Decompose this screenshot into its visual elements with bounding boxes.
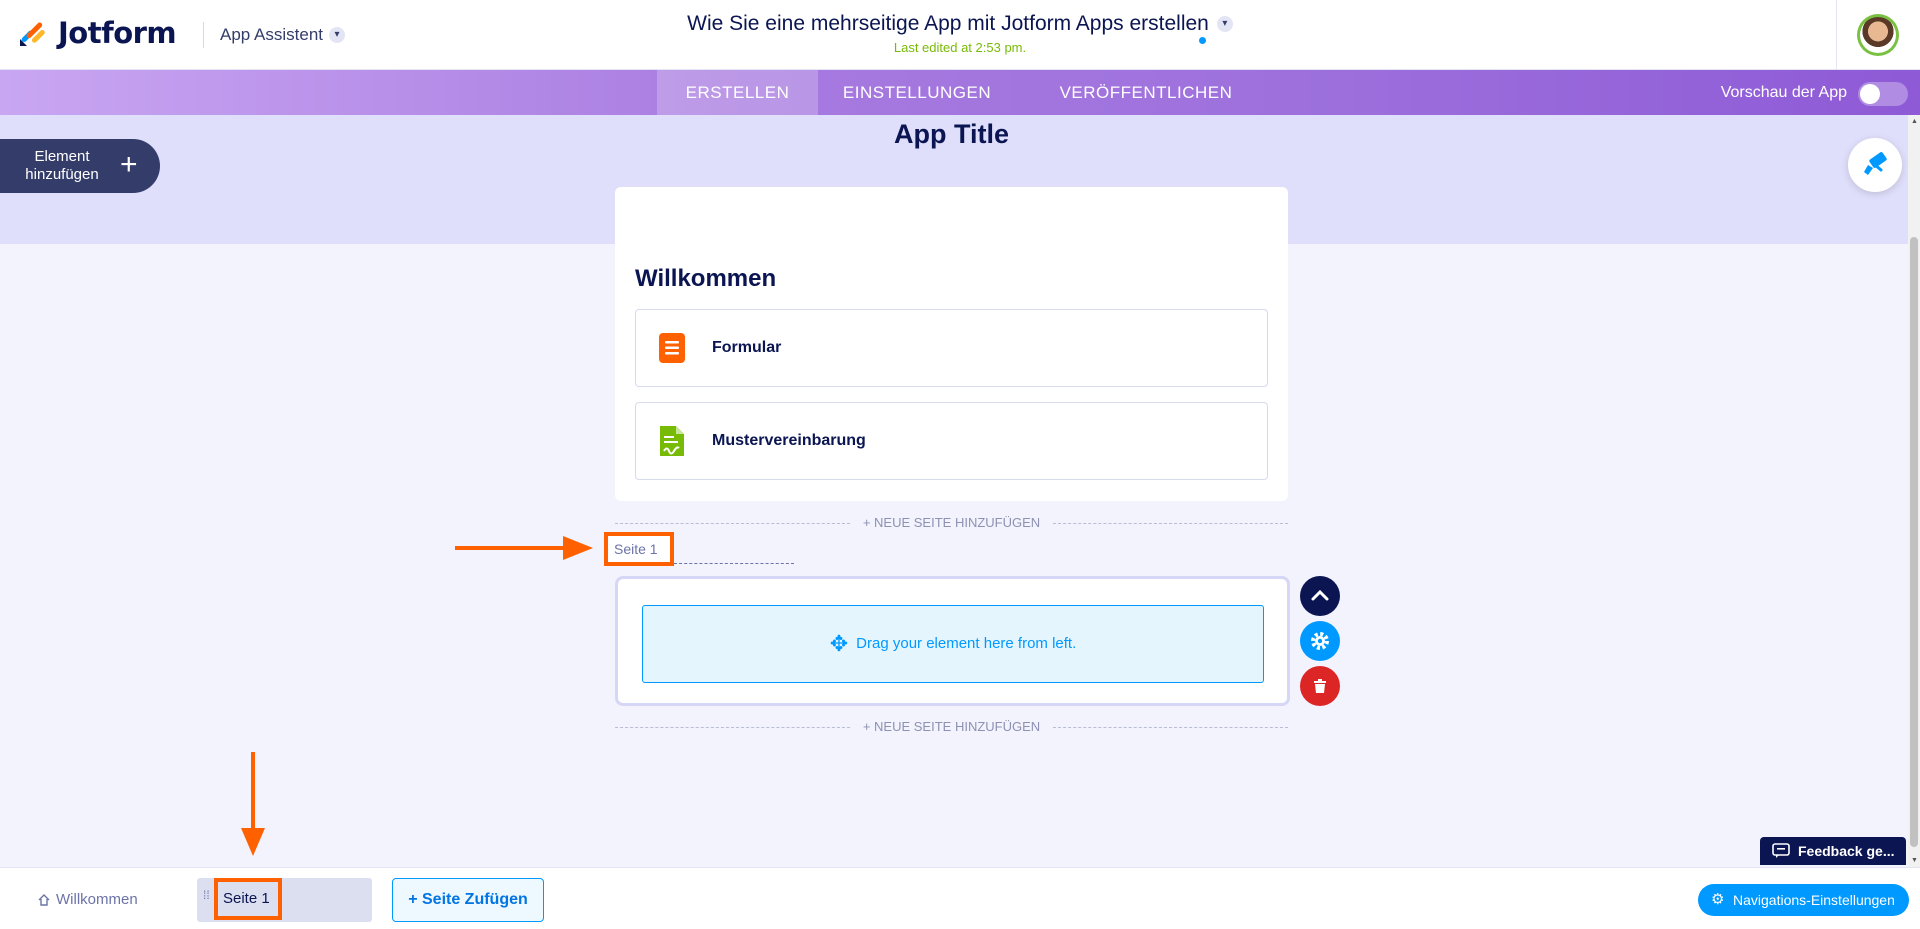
annotation-arrow-down xyxy=(241,752,265,856)
tab-einstellungen[interactable]: EINSTELLUNGEN xyxy=(832,70,1002,115)
account-area xyxy=(1836,0,1920,70)
gear-icon: ⚙ xyxy=(1711,891,1725,908)
annotation-arrow-right xyxy=(455,536,593,560)
app-name-dropdown[interactable]: Wie Sie eine mehrseitige App mit Jotform… xyxy=(687,12,1233,36)
app-designer-button[interactable] xyxy=(1848,138,1902,192)
document-sign-icon xyxy=(660,426,684,456)
add-element-button[interactable]: Element hinzufügen + xyxy=(0,139,160,193)
list-item-mustervereinbarung[interactable]: Mustervereinbarung xyxy=(635,402,1268,480)
page-navigation-bar: Willkommen ⁞⁞ Seite 1 + Seite Zufügen ⚙ … xyxy=(0,867,1920,929)
builder-navbar: ERSTELLEN EINSTELLUNGEN VERÖFFENTLICHEN … xyxy=(0,70,1920,115)
drop-zone[interactable]: ✥ Drag your element here from left. xyxy=(642,605,1264,683)
gear-icon xyxy=(1311,632,1329,650)
item-label: Mustervereinbarung xyxy=(712,432,866,449)
nav-item-seite-1[interactable]: ⁞⁞ Seite 1 xyxy=(197,878,372,922)
drag-handle-icon[interactable]: ⁞⁞ xyxy=(203,889,211,906)
page-settings-button[interactable] xyxy=(1300,621,1340,661)
feedback-button[interactable]: Feedback ge... xyxy=(1760,837,1906,865)
add-element-label: Element hinzufügen xyxy=(25,148,99,183)
avatar-photo xyxy=(1860,17,1896,53)
move-page-up-button[interactable] xyxy=(1300,576,1340,616)
avatar[interactable] xyxy=(1857,14,1899,56)
page-label-underline xyxy=(674,563,794,564)
scrollbar-thumb[interactable] xyxy=(1910,237,1918,847)
list-item-formular[interactable]: Formular xyxy=(635,309,1268,387)
separator-line xyxy=(1053,727,1288,728)
page-name-label[interactable]: Seite 1 xyxy=(604,532,674,566)
app-title-block: Wie Sie eine mehrseitige App mit Jotform… xyxy=(0,12,1920,55)
top-header: Jotform App Assistent ▾ Wie Sie eine meh… xyxy=(0,0,1920,70)
drop-hint: Drag your element here from left. xyxy=(856,635,1077,652)
last-edited-status: Last edited at 2:53 pm. xyxy=(893,40,1027,55)
item-label: Formular xyxy=(712,339,782,356)
plus-icon: + xyxy=(120,148,138,181)
vertical-scrollbar[interactable]: ▲ ▼ xyxy=(1908,115,1920,867)
chevron-up-icon xyxy=(1311,589,1329,601)
scroll-down-icon[interactable]: ▼ xyxy=(1911,857,1918,864)
add-page-separator[interactable]: + NEUE SEITE HINZUFÜGEN xyxy=(615,515,1288,531)
delete-page-button[interactable] xyxy=(1300,666,1340,706)
toggle-knob xyxy=(1860,84,1880,104)
unsaved-indicator-dot xyxy=(1199,37,1206,44)
tab-erstellen[interactable]: ERSTELLEN xyxy=(657,70,818,115)
new-page-card: ✥ Drag your element here from left. xyxy=(615,576,1290,706)
separator-line xyxy=(1053,523,1288,524)
scroll-up-icon[interactable]: ▲ xyxy=(1911,118,1918,125)
feedback-icon xyxy=(1772,843,1790,858)
form-icon xyxy=(659,333,685,363)
home-icon xyxy=(38,893,50,906)
navigation-settings-button[interactable]: ⚙ Navigations-Einstellungen xyxy=(1698,884,1909,916)
app-title[interactable]: App Title xyxy=(0,119,1903,150)
app-name: Wie Sie eine mehrseitige App mit Jotform… xyxy=(687,12,1209,35)
add-page-button[interactable]: + Seite Zufügen xyxy=(392,878,544,922)
nav-settings-label: Navigations-Einstellungen xyxy=(1733,892,1895,908)
paint-roller-icon xyxy=(1864,152,1887,175)
preview-label: Vorschau der App xyxy=(1720,84,1847,101)
preview-toggle[interactable] xyxy=(1858,82,1908,106)
tab-veroeffentlichen[interactable]: VERÖFFENTLICHEN xyxy=(1048,70,1244,115)
welcome-page-card: Willkommen Formular Mustervereinbarung xyxy=(615,187,1288,501)
home-label: Willkommen xyxy=(56,891,138,908)
add-page-separator[interactable]: + NEUE SEITE HINZUFÜGEN xyxy=(615,719,1288,735)
move-icon: ✥ xyxy=(829,631,849,657)
trash-icon xyxy=(1314,679,1326,693)
chevron-down-icon: ▾ xyxy=(1216,16,1233,32)
nav-page-label: Seite 1 xyxy=(214,878,282,920)
feedback-label: Feedback ge... xyxy=(1798,843,1895,859)
nav-item-willkommen[interactable]: Willkommen xyxy=(38,891,138,908)
welcome-heading[interactable]: Willkommen xyxy=(635,265,776,293)
